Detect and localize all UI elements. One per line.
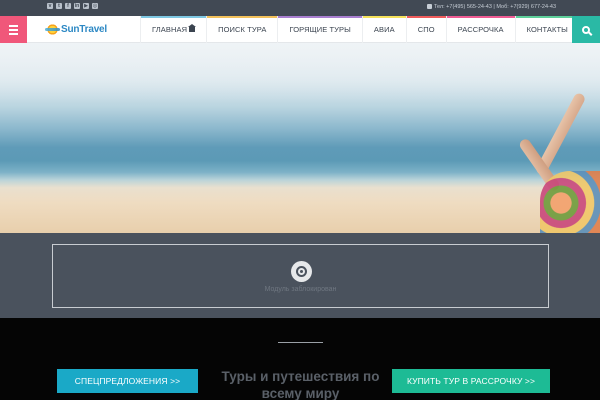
twitter-icon[interactable]: t (56, 3, 62, 9)
logo-text: SunTravel (61, 24, 107, 35)
instagram-icon[interactable]: ◎ (92, 3, 98, 9)
menu-item-installment[interactable]: РАССРОЧКА (445, 16, 515, 43)
blocked-module-message: Модуль заблокирован (264, 286, 337, 293)
contact-phones-text: Тел: +7(495) 565-24-43 | Моб: +7(929) 67… (433, 4, 556, 10)
blocked-module-box: Модуль заблокирован (52, 244, 549, 308)
menu-item-home[interactable]: ГЛАВНАЯ (140, 16, 207, 43)
hamburger-line (9, 32, 18, 35)
site-logo[interactable]: SunTravel (45, 23, 107, 36)
menu-item-label: РАССРОЧКА (457, 25, 504, 34)
menu-item-label: АВИА (373, 25, 395, 34)
menu-item-label: ПОИСК ТУРА (218, 25, 267, 34)
menu-item-spo[interactable]: СПО (405, 16, 446, 43)
menu-item-label: КОНТАКТЫ (526, 25, 568, 34)
hamburger-line (9, 28, 18, 31)
search-icon (582, 25, 590, 34)
section-divider (278, 342, 323, 343)
hamburger-icon (9, 24, 18, 27)
sun-logo-icon (45, 23, 60, 36)
tagline: Туры и путешествия по всему миру (221, 369, 380, 400)
page: v t f in ▶ ◎ Тел: +7(495) 565-24-43 | Мо… (0, 0, 600, 400)
menu-item-label: ГЛАВНАЯ (152, 25, 188, 34)
menu-item-tour-search[interactable]: ПОИСК ТУРА (206, 16, 278, 43)
blocked-module-section: Модуль заблокирован (0, 233, 600, 318)
top-info-bar: v t f in ▶ ◎ Тел: +7(495) 565-24-43 | Мо… (0, 0, 600, 16)
promo-section: СПЕЦПРЕДЛОЖЕНИЯ >> Туры и путешествия по… (0, 318, 600, 400)
facebook-icon[interactable]: f (65, 3, 71, 9)
main-navigation: SunTravel ГЛАВНАЯ ПОИСК ТУРА ГОРЯЩИЕ ТУР… (0, 16, 600, 43)
youtube-icon[interactable]: ▶ (83, 3, 89, 9)
menu-item-avia[interactable]: АВИА (361, 16, 406, 43)
blocked-module-icon (291, 261, 312, 282)
blocked-module-icon-glyph (296, 266, 307, 277)
menu-toggle-button[interactable] (0, 16, 27, 43)
hero-sky (0, 43, 600, 103)
home-icon (188, 24, 197, 32)
buy-tour-installment-button[interactable]: КУПИТЬ ТУР В РАССРОЧКУ >> (392, 369, 550, 393)
hero-figure-dress (540, 171, 600, 233)
hero-banner-image (0, 43, 600, 233)
menu-item-hot-tours[interactable]: ГОРЯЩИЕ ТУРЫ (277, 16, 363, 43)
vk-icon[interactable]: v (47, 3, 53, 9)
menu-bar: ГЛАВНАЯ ПОИСК ТУРА ГОРЯЩИЕ ТУРЫ АВИА СПО… (140, 16, 580, 43)
linkedin-icon[interactable]: in (74, 3, 80, 9)
special-offers-button[interactable]: СПЕЦПРЕДЛОЖЕНИЯ >> (57, 369, 198, 393)
social-links: v t f in ▶ ◎ (47, 3, 98, 9)
menu-item-contacts[interactable]: КОНТАКТЫ (514, 16, 580, 43)
menu-item-label: ГОРЯЩИЕ ТУРЫ (289, 25, 351, 34)
phone-icon (426, 4, 432, 9)
contact-phones: Тел: +7(495) 565-24-43 | Моб: +7(929) 67… (426, 3, 556, 12)
menu-item-label: СПО (417, 25, 435, 34)
search-button[interactable] (572, 16, 600, 43)
